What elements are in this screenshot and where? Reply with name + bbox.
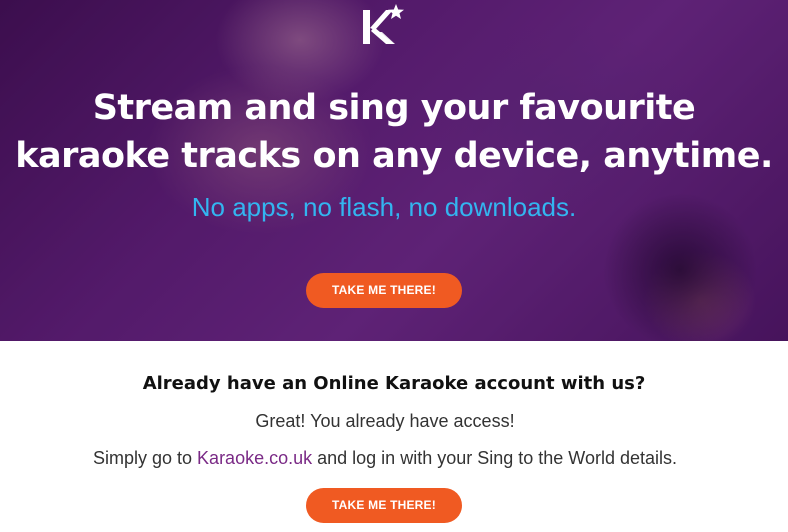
login-instructions-suffix: and log in with your Sing to the World d… bbox=[312, 448, 677, 468]
login-instructions: Simply go to Karaoke.co.uk and log in wi… bbox=[0, 446, 770, 470]
access-message: Great! You already have access! bbox=[255, 411, 515, 431]
hero-title-line-1: Stream and sing your favourite bbox=[92, 88, 696, 128]
account-heading: Already have an Online Karaoke account w… bbox=[142, 373, 646, 394]
hero-title-line-2: karaoke tracks on any device, anytime. bbox=[15, 136, 773, 176]
hero-title: Stream and sing your favourite karaoke t… bbox=[0, 84, 788, 180]
karaoke-site-link[interactable]: Karaoke.co.uk bbox=[197, 448, 312, 468]
hero-take-me-there-button[interactable]: TAKE ME THERE! bbox=[306, 273, 462, 308]
hero-banner: Stream and sing your favourite karaoke t… bbox=[0, 0, 788, 341]
hero-subtitle: No apps, no flash, no downloads. bbox=[191, 192, 577, 222]
account-take-me-there-button[interactable]: TAKE ME THERE! bbox=[306, 488, 462, 523]
login-instructions-prefix: Simply go to bbox=[93, 448, 198, 468]
karaoke-logo-icon[interactable] bbox=[360, 2, 406, 48]
